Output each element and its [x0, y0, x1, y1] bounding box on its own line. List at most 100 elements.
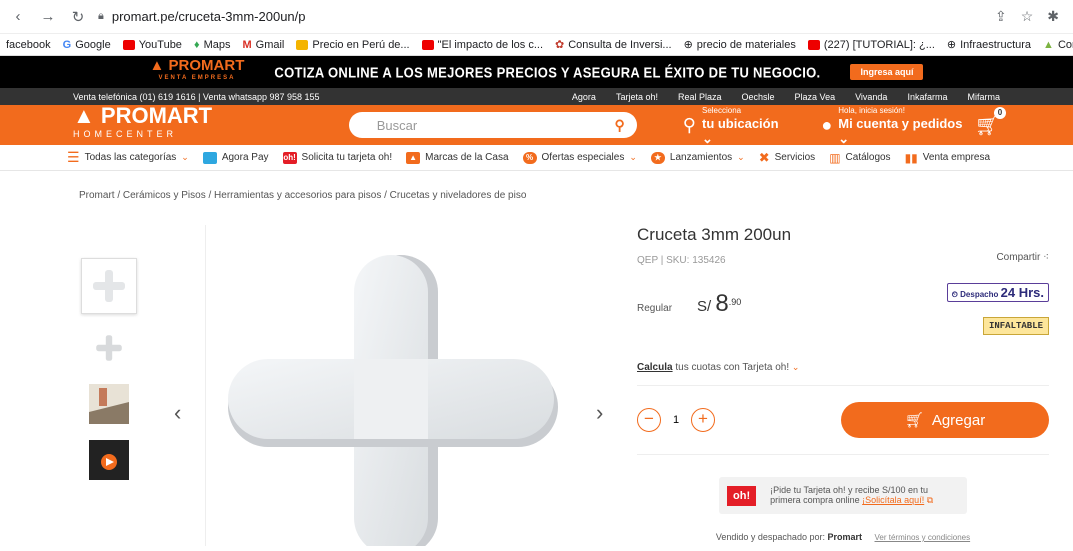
clock-icon: ⏲	[951, 290, 958, 299]
bookmark-costos[interactable]: ▲Controlar los costos...	[1043, 39, 1073, 51]
prev-image-arrow[interactable]: ‹	[174, 400, 181, 426]
chevron-down-icon: ⌄	[181, 152, 189, 162]
chevron-down-icon: ⌄	[629, 152, 637, 162]
bookmark-icon	[296, 39, 309, 50]
promo-button[interactable]: Ingresa aquí	[850, 64, 924, 80]
top-link-oechsle[interactable]: Oechsle	[742, 92, 775, 102]
next-image-arrow[interactable]: ›	[596, 400, 603, 426]
back-icon[interactable]: ‹	[8, 8, 28, 25]
promo-text: COTIZA ONLINE A LOS MEJORES PRECIOS Y AS…	[274, 63, 821, 81]
bookmark-precio-materiales[interactable]: ⊕ precio de materiales	[683, 38, 796, 52]
terms-link[interactable]: Ver términos y condiciones	[875, 533, 971, 542]
top-link-tarjeta-oh[interactable]: Tarjeta oh!	[616, 92, 658, 102]
bookmark-icon: ✿	[555, 39, 565, 51]
breadcrumb[interactable]: Promart / Cerámicos y Pisos / Herramient…	[79, 190, 526, 201]
main-header: ▲ PROMART HOMECENTER Buscar ⚲ ⚲ Seleccion…	[0, 105, 1073, 146]
thumbnail-video[interactable]	[87, 438, 131, 482]
top-link-inkafarma[interactable]: Inkafarma	[907, 92, 947, 102]
bookmark-maps[interactable]: ♦ Maps	[194, 39, 231, 51]
promart-empresa-logo[interactable]: ▲ PROMART VENTA EMPRESA	[150, 58, 245, 85]
hamburger-icon: ☰	[67, 149, 80, 165]
bookmark-facebook[interactable]: facebook	[6, 39, 51, 51]
bookmark-consulta[interactable]: ✿ Consulta de Inversi...	[555, 38, 672, 52]
youtube-icon	[807, 39, 820, 50]
promart-logo[interactable]: ▲ PROMART HOMECENTER	[73, 105, 349, 143]
bookmark-infraestructura[interactable]: ⊕ Infraestructura	[947, 38, 1031, 52]
gmail-icon: M	[242, 38, 252, 51]
category-marcas-casa[interactable]: ▲ Marcas de la Casa	[406, 151, 509, 164]
quantity-value[interactable]: 1	[661, 414, 691, 426]
promo-banner: ▲ PROMART VENTA EMPRESA COTIZA ONLINE A L…	[0, 56, 1073, 88]
top-link-plaza-vea[interactable]: Plaza Vea	[795, 92, 836, 102]
installments-calculator[interactable]: Calcula tus cuotas con Tarjeta oh! ⌄	[637, 362, 1049, 386]
agora-icon	[202, 151, 217, 164]
category-agora-pay[interactable]: Agora Pay	[202, 151, 269, 164]
address-bar[interactable]: 🔒︎ promart.pe/cruceta-3mm-200un/p	[98, 9, 985, 24]
bookmark-tutorial[interactable]: (227) [TUTORIAL]: ¿...	[807, 39, 935, 51]
chevron-down-icon: ⌄	[737, 152, 745, 162]
forward-icon[interactable]: →	[38, 8, 58, 25]
bookmark-impacto[interactable]: "El impacto de los c...	[421, 39, 543, 51]
gallery-divider	[205, 225, 206, 546]
solicitala-link[interactable]: ¡Solicítala aquí!	[862, 495, 924, 505]
maps-icon: ♦	[193, 38, 200, 51]
category-solicita-tarjeta[interactable]: oh! Solicita tu tarjeta oh!	[282, 151, 392, 164]
book-icon: ▥	[829, 150, 841, 165]
globe-icon: ⊕	[683, 39, 693, 51]
top-link-real-plaza[interactable]: Real Plaza	[678, 92, 722, 102]
top-link-vivanda[interactable]: Vivanda	[855, 92, 887, 102]
browser-toolbar: ‹ → ↻ 🔒︎ promart.pe/cruceta-3mm-200un/p …	[0, 0, 1073, 34]
lock-icon: 🔒︎	[98, 10, 104, 22]
top-link-mifarma[interactable]: Mifarma	[967, 92, 1000, 102]
chevron-down-icon: ⌄	[791, 362, 800, 372]
decrease-quantity-button[interactable]: −	[637, 408, 661, 432]
category-ofertas[interactable]: % Ofertas especiales ⌄	[522, 151, 637, 164]
url-text: promart.pe/cruceta-3mm-200un/p	[111, 9, 306, 24]
account-menu[interactable]: ● Hola, inicia sesión! Mi cuenta y pedido…	[821, 105, 974, 146]
category-venta-empresa[interactable]: ▮▮ Venta empresa	[905, 151, 990, 165]
product-title: Cruceta 3mm 200un	[637, 225, 792, 244]
location-selector[interactable]: ⚲ Selecciona tu ubicación ⌄	[683, 105, 792, 146]
category-bar: ☰ Todas las categorías ⌄ Agora Pay oh! Soli…	[0, 145, 1073, 171]
search-input[interactable]: Buscar ⚲	[348, 112, 637, 138]
category-lanzamientos[interactable]: ★ Lanzamientos ⌄	[650, 151, 745, 164]
youtube-icon	[421, 39, 434, 50]
top-link-agora[interactable]: Agora	[572, 92, 596, 102]
thumbnail-1[interactable]	[81, 258, 137, 314]
bookmark-precio-peru[interactable]: Precio en Perú de...	[296, 39, 410, 51]
calcula-link[interactable]: Calcula	[637, 362, 673, 373]
percent-icon: %	[522, 151, 537, 164]
reload-icon[interactable]: ↻	[68, 8, 88, 26]
all-categories-menu[interactable]: ☰ Todas las categorías ⌄	[67, 149, 189, 166]
thumbnail-gallery	[81, 258, 137, 482]
bookmarks-bar: facebook G Google YouTube ♦ Maps M Gmail Pr…	[0, 34, 1073, 56]
category-servicios[interactable]: ✖ Servicios	[759, 150, 815, 166]
thumbnail-2[interactable]	[87, 326, 131, 370]
share-icon: ⁖	[1043, 252, 1049, 263]
product-main-image[interactable]	[228, 255, 558, 551]
cart-icon: 🛒︎	[904, 412, 924, 429]
star-icon: ★	[650, 151, 665, 164]
search-icon[interactable]: ⚲	[615, 117, 625, 134]
share-button[interactable]: Compartir ⁖	[996, 252, 1049, 263]
share-icon[interactable]: ⇪	[995, 8, 1007, 25]
increase-quantity-button[interactable]: +	[691, 408, 715, 432]
oh-promo-text: ¡Pide tu Tarjeta oh! y recibe S/100 en t…	[770, 485, 934, 505]
seller-info: Vendido y despachado por: Promart Ver té…	[715, 532, 971, 542]
infaltable-badge: INFALTABLE	[982, 317, 1049, 335]
tools-icon: ✖	[758, 149, 770, 165]
oh-card-promo: oh! ¡Pide tu Tarjeta oh! y recibe S/100 …	[719, 477, 967, 514]
bookmark-google[interactable]: G Google	[63, 39, 111, 51]
product-price: S/ 8.90	[697, 290, 742, 317]
bookmark-youtube[interactable]: YouTube	[122, 39, 182, 51]
external-link-icon: ⧉	[926, 495, 934, 505]
bookmark-gmail[interactable]: M Gmail	[242, 39, 284, 51]
category-catalogos[interactable]: ▥ Catálogos	[829, 151, 890, 165]
star-icon[interactable]: ☆	[1021, 8, 1034, 25]
contact-info: Venta telefónica (01) 619 1616 | Venta w…	[73, 91, 320, 102]
extensions-icon[interactable]: ✱	[1047, 8, 1059, 25]
add-to-cart-button[interactable]: 🛒︎ Agregar	[841, 402, 1049, 438]
cart-button[interactable]: 🛒︎ 0	[975, 106, 1006, 138]
oh-logo: oh!	[727, 485, 757, 506]
thumbnail-3[interactable]	[87, 382, 131, 426]
